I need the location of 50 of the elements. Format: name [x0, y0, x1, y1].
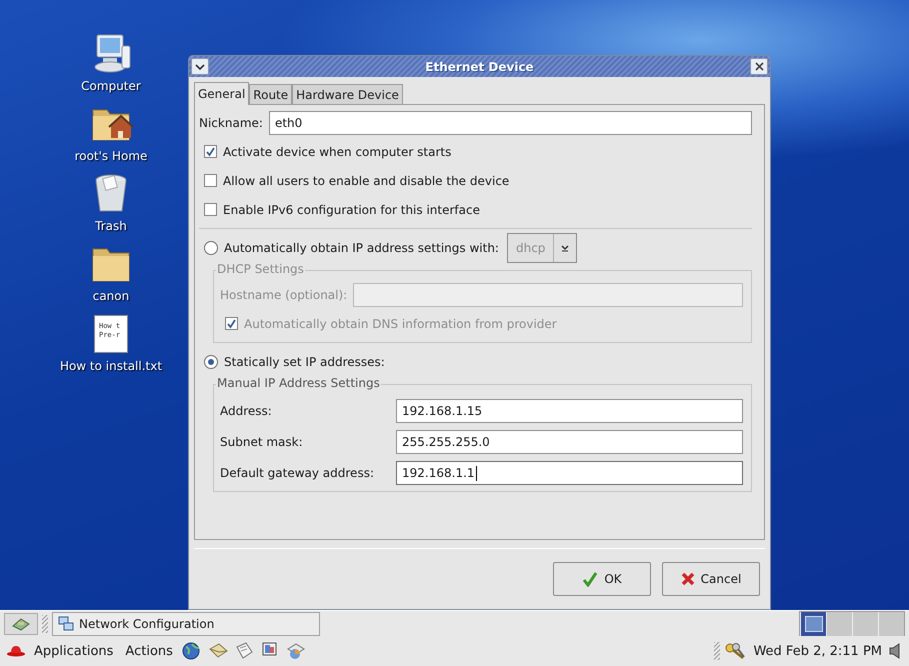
- clock[interactable]: Wed Feb 2, 2:11 PM: [750, 644, 885, 658]
- desktop-icon-label[interactable]: How to install.txt: [60, 359, 162, 373]
- checkbox-label: Enable IPv6 configuration for this interface: [223, 202, 480, 216]
- desktop-icon-label[interactable]: canon: [92, 289, 130, 303]
- radio-label: Statically set IP addresses:: [224, 354, 385, 368]
- hostname-label: Hostname (optional):: [220, 288, 348, 302]
- desktop-icon-label[interactable]: Computer: [81, 79, 141, 93]
- tab[interactable]: Route: [249, 84, 292, 104]
- chevron-down-icon: [195, 62, 205, 70]
- input-field[interactable]: eth0: [268, 111, 752, 135]
- checkbox[interactable]: [204, 145, 217, 158]
- frame-title: DHCP Settings: [216, 262, 305, 276]
- field-label: Default gateway address:: [220, 466, 375, 480]
- field-label: Subnet mask:: [220, 435, 304, 449]
- close-icon: [754, 62, 764, 71]
- checkbox-label: Activate device when computer starts: [223, 144, 452, 158]
- radio-button[interactable]: [204, 240, 218, 254]
- window-menu-button[interactable]: [191, 58, 209, 75]
- panel-menu[interactable]: Actions: [121, 644, 177, 658]
- field-label: Address:: [220, 404, 273, 418]
- network-icon: [58, 616, 74, 632]
- close-button[interactable]: [750, 58, 768, 75]
- input-field[interactable]: 192.168.1.1: [396, 461, 743, 485]
- radio-button[interactable]: [204, 354, 218, 368]
- show-desktop-button[interactable]: [4, 612, 38, 634]
- checkbox[interactable]: [204, 174, 217, 187]
- panel-menu[interactable]: Applications: [30, 644, 118, 658]
- hat-icon[interactable]: [6, 645, 26, 657]
- input-field[interactable]: 192.168.1.15: [396, 399, 743, 423]
- desktop-icon: [12, 616, 30, 630]
- tab[interactable]: Hardware Device: [292, 84, 403, 104]
- nickname-label: Nickname:: [199, 116, 263, 130]
- window-title: Ethernet Device: [424, 60, 535, 74]
- tab[interactable]: General: [194, 82, 250, 105]
- input-field[interactable]: 255.255.255.0: [396, 430, 743, 454]
- ok-button[interactable]: OK: [553, 562, 651, 596]
- desktop-icon-label[interactable]: Trash: [95, 219, 127, 233]
- checkbox[interactable]: [204, 203, 217, 216]
- desktop-icon-label[interactable]: root's Home: [74, 149, 148, 163]
- keys-icon[interactable]: [724, 642, 746, 660]
- checkmark-icon: [582, 571, 598, 587]
- checkbox-label: Automatically obtain DNS information from provider: [244, 316, 557, 330]
- checkbox-label: Allow all users to enable and disable the device: [223, 174, 510, 188]
- cross-icon: [680, 572, 695, 586]
- workspace[interactable]: [800, 612, 826, 636]
- frame-title: Manual IP Address Settings: [216, 376, 381, 390]
- radio-label: Automatically obtain IP address settings with:: [224, 240, 499, 254]
- workspace-switcher[interactable]: [799, 610, 905, 636]
- taskbar-window-button[interactable]: Network Configuration: [52, 612, 320, 636]
- cancel-button[interactable]: Cancel: [662, 562, 760, 596]
